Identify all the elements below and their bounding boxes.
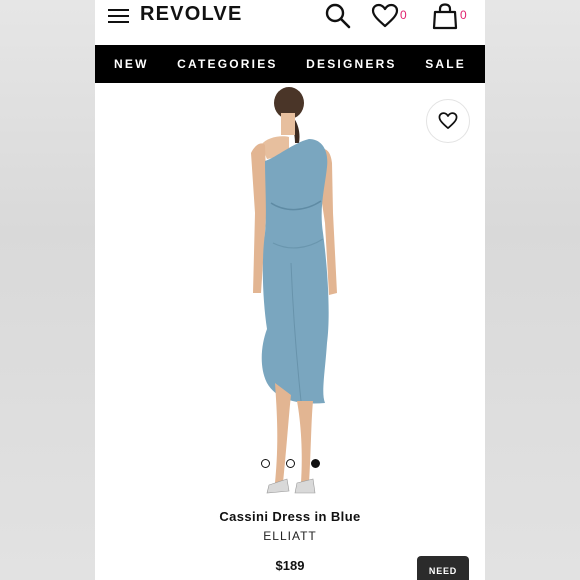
header: REVOLVE 0 0 (95, 0, 485, 44)
bag-button[interactable]: 0 (431, 2, 473, 30)
heart-icon (438, 112, 458, 129)
nav-item-new[interactable]: NEW (114, 57, 149, 71)
pagination-dot[interactable] (286, 459, 295, 468)
logo[interactable]: REVOLVE (140, 3, 243, 26)
product-title: Cassini Dress in Blue (219, 509, 361, 524)
bag-count: 0 (460, 8, 467, 22)
search-button[interactable] (324, 2, 352, 30)
mobile-page: REVOLVE 0 0 NEW CATEGORIES DESIGNERS SAL… (95, 0, 485, 580)
favorite-button[interactable] (426, 99, 470, 143)
wishlist-button[interactable]: 0 (371, 2, 411, 30)
main-nav: NEW CATEGORIES DESIGNERS SALE (95, 45, 485, 83)
pagination-dot[interactable] (261, 459, 270, 468)
product-brand[interactable]: ELLIATT (95, 529, 485, 543)
pagination-dot-active[interactable] (311, 459, 320, 468)
menu-icon[interactable] (108, 9, 129, 23)
heart-icon (371, 3, 399, 28)
nav-item-designers[interactable]: DESIGNERS (306, 57, 396, 71)
wishlist-count: 0 (400, 8, 407, 22)
nav-item-categories[interactable]: CATEGORIES (177, 57, 277, 71)
background-left (0, 0, 95, 580)
need-help-button[interactable]: NEED (417, 556, 469, 580)
image-pagination (261, 459, 320, 468)
product-image (251, 87, 337, 494)
search-icon (325, 3, 351, 29)
nav-item-sale[interactable]: SALE (425, 57, 466, 71)
background-right (485, 0, 580, 580)
shopping-bag-icon (432, 3, 458, 30)
product-image-gallery[interactable] (95, 83, 485, 503)
